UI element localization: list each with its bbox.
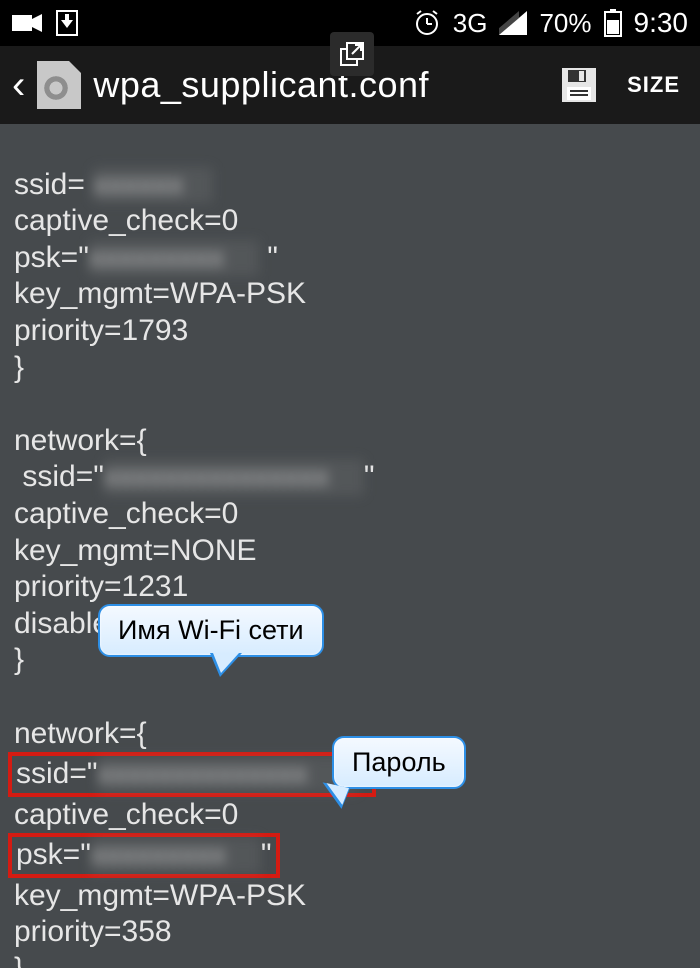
editor-line: } [14,643,24,676]
network-type-label: 3G [453,8,488,39]
alarm-icon [413,9,441,37]
status-right-icons: 3G 70% 9:30 [413,7,688,39]
editor-line: } [14,952,24,968]
editor-line: key_mgmt=WPA-PSK [14,277,306,310]
editor-line: key_mgmt=WPA-PSK [14,879,306,912]
save-icon [559,65,599,105]
callout-psk: Пароль [332,736,466,789]
editor-line: } [14,351,24,384]
download-icon [56,10,78,36]
redacted-text: xxxxxxxxxxxxxx [98,756,358,793]
camera-icon [12,12,42,34]
editor-line: ssid= xxxxxx [14,168,213,201]
editor-line: priority=358 [14,915,172,948]
document-settings-icon [37,61,85,109]
editor-line: network={ [14,424,147,457]
redacted-text: xxxxxxxxxxxxxxx [104,459,364,496]
callout-ssid: Имя Wi-Fi сети [98,604,324,657]
redacted-text: xxxxxxxxx [91,837,261,874]
save-button[interactable] [551,57,607,113]
signal-icon [499,11,527,35]
battery-percent: 70% [539,8,591,39]
editor-line: network={ [14,717,147,750]
redacted-text: xxxxxx [93,167,213,204]
document-title: wpa_supplicant.conf [93,64,543,106]
editor-line: ssid="xxxxxxxxxxxxxxx" [14,460,375,493]
editor-line: key_mgmt=NONE [14,534,257,567]
battery-icon [604,9,622,37]
status-left-icons [12,10,78,36]
highlight-psk-box: psk="xxxxxxxxx" [8,833,280,878]
callout-label: Пароль [352,747,446,777]
editor-line: priority=1231 [14,570,188,603]
size-button[interactable]: SIZE [615,72,692,98]
callout-label: Имя Wi-Fi сети [118,615,304,645]
editor-line: captive_check=0 [14,204,238,237]
editor-line: priority=1793 [14,314,188,347]
clock: 9:30 [634,7,689,39]
back-button[interactable]: ‹ [8,65,29,105]
editor-line: captive_check=0 [14,798,238,831]
editor-line: psk="xxxxxxxxx " [14,241,278,274]
editor-line: captive_check=0 [14,497,238,530]
redacted-text: xxxxxxxxx [89,240,259,277]
text-editor[interactable]: ssid= xxxxxx captive_check=0 psk="xxxxxx… [0,124,700,968]
external-link-icon[interactable] [330,32,374,76]
